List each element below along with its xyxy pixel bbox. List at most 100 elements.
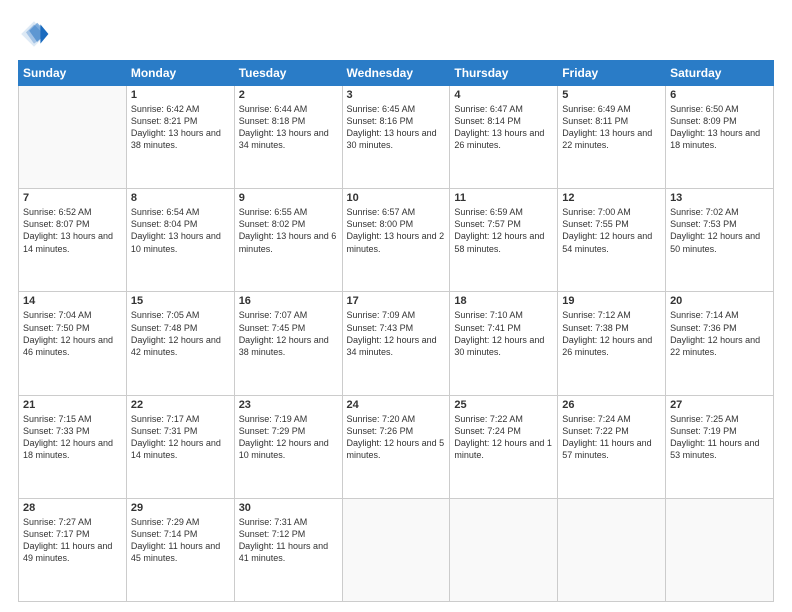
day-number: 23 [239, 399, 338, 411]
day-number: 30 [239, 502, 338, 514]
day-number: 13 [670, 192, 769, 204]
calendar-week-row: 28 Sunrise: 7:27 AM Sunset: 7:17 PM Dayli… [19, 498, 774, 601]
calendar-day-cell: 23 Sunrise: 7:19 AM Sunset: 7:29 PM Dayli… [234, 395, 342, 498]
day-number: 2 [239, 89, 338, 101]
calendar-day-cell: 6 Sunrise: 6:50 AM Sunset: 8:09 PM Daylig… [666, 86, 774, 189]
calendar-day-cell: 10Sunrise: 6:57 AM Sunset: 8:00 PM Dayli… [342, 189, 450, 292]
day-number: 25 [454, 399, 553, 411]
day-info: Sunrise: 6:45 AM Sunset: 8:16 PM Dayligh… [347, 103, 446, 152]
day-info: Sunrise: 6:49 AM Sunset: 8:11 PM Dayligh… [562, 103, 661, 152]
calendar-day-cell: 2 Sunrise: 6:44 AM Sunset: 8:18 PM Daylig… [234, 86, 342, 189]
day-number: 24 [347, 399, 446, 411]
calendar-day-cell: 26 Sunrise: 7:24 AM Sunset: 7:22 PM Dayli… [558, 395, 666, 498]
calendar-day-cell: 28 Sunrise: 7:27 AM Sunset: 7:17 PM Dayli… [19, 498, 127, 601]
day-number: 18 [454, 295, 553, 307]
weekday-header-row: SundayMondayTuesdayWednesdayThursdayFrid… [19, 61, 774, 86]
calendar-day-cell: 21Sunrise: 7:15 AM Sunset: 7:33 PM Dayli… [19, 395, 127, 498]
day-info: Sunrise: 7:09 AM Sunset: 7:43 PM Dayligh… [347, 309, 446, 358]
calendar-day-cell: 8 Sunrise: 6:54 AM Sunset: 8:04 PM Daylig… [126, 189, 234, 292]
calendar-week-row: 14 Sunrise: 7:04 AM Sunset: 7:50 PM Dayli… [19, 292, 774, 395]
day-number: 9 [239, 192, 338, 204]
calendar-day-cell: 27 Sunrise: 7:25 AM Sunset: 7:19 PM Dayli… [666, 395, 774, 498]
calendar-day-cell: 29 Sunrise: 7:29 AM Sunset: 7:14 PM Dayli… [126, 498, 234, 601]
day-info: Sunrise: 7:24 AM Sunset: 7:22 PM Dayligh… [562, 413, 661, 462]
calendar-day-cell: 12 Sunrise: 7:00 AM Sunset: 7:55 PM Dayli… [558, 189, 666, 292]
day-number: 1 [131, 89, 230, 101]
day-info: Sunrise: 7:02 AM Sunset: 7:53 PM Dayligh… [670, 206, 769, 255]
day-info: Sunrise: 6:54 AM Sunset: 8:04 PM Dayligh… [131, 206, 230, 255]
day-info: Sunrise: 6:59 AM Sunset: 7:57 PM Dayligh… [454, 206, 553, 255]
day-info: Sunrise: 7:27 AM Sunset: 7:17 PM Dayligh… [23, 516, 122, 565]
day-info: Sunrise: 6:47 AM Sunset: 8:14 PM Dayligh… [454, 103, 553, 152]
header [18, 18, 774, 50]
weekday-header-cell: Friday [558, 61, 666, 86]
day-number: 15 [131, 295, 230, 307]
calendar-day-cell: 24 Sunrise: 7:20 AM Sunset: 7:26 PM Dayli… [342, 395, 450, 498]
weekday-header-cell: Wednesday [342, 61, 450, 86]
calendar-day-cell [342, 498, 450, 601]
day-info: Sunrise: 6:57 AM Sunset: 8:00 PM Dayligh… [347, 206, 446, 255]
calendar-day-cell: 5 Sunrise: 6:49 AM Sunset: 8:11 PM Daylig… [558, 86, 666, 189]
day-info: Sunrise: 6:42 AM Sunset: 8:21 PM Dayligh… [131, 103, 230, 152]
day-number: 29 [131, 502, 230, 514]
calendar-day-cell: 11 Sunrise: 6:59 AM Sunset: 7:57 PM Dayli… [450, 189, 558, 292]
day-number: 26 [562, 399, 661, 411]
weekday-header-cell: Monday [126, 61, 234, 86]
calendar-day-cell: 14 Sunrise: 7:04 AM Sunset: 7:50 PM Dayli… [19, 292, 127, 395]
weekday-header-cell: Thursday [450, 61, 558, 86]
calendar-day-cell [666, 498, 774, 601]
calendar-day-cell: 4 Sunrise: 6:47 AM Sunset: 8:14 PM Daylig… [450, 86, 558, 189]
day-info: Sunrise: 7:22 AM Sunset: 7:24 PM Dayligh… [454, 413, 553, 462]
calendar-day-cell: 20 Sunrise: 7:14 AM Sunset: 7:36 PM Dayli… [666, 292, 774, 395]
day-info: Sunrise: 7:14 AM Sunset: 7:36 PM Dayligh… [670, 309, 769, 358]
day-info: Sunrise: 7:07 AM Sunset: 7:45 PM Dayligh… [239, 309, 338, 358]
day-info: Sunrise: 7:20 AM Sunset: 7:26 PM Dayligh… [347, 413, 446, 462]
day-info: Sunrise: 6:44 AM Sunset: 8:18 PM Dayligh… [239, 103, 338, 152]
calendar-body: 1 Sunrise: 6:42 AM Sunset: 8:21 PM Daylig… [19, 86, 774, 602]
day-number: 5 [562, 89, 661, 101]
day-number: 8 [131, 192, 230, 204]
calendar-day-cell: 7 Sunrise: 6:52 AM Sunset: 8:07 PM Daylig… [19, 189, 127, 292]
day-info: Sunrise: 7:25 AM Sunset: 7:19 PM Dayligh… [670, 413, 769, 462]
day-info: Sunrise: 7:04 AM Sunset: 7:50 PM Dayligh… [23, 309, 122, 358]
day-number: 11 [454, 192, 553, 204]
calendar-day-cell: 25 Sunrise: 7:22 AM Sunset: 7:24 PM Dayli… [450, 395, 558, 498]
day-info: Sunrise: 6:55 AM Sunset: 8:02 PM Dayligh… [239, 206, 338, 255]
day-number: 6 [670, 89, 769, 101]
day-number: 16 [239, 295, 338, 307]
calendar-day-cell: 3 Sunrise: 6:45 AM Sunset: 8:16 PM Daylig… [342, 86, 450, 189]
day-number: 3 [347, 89, 446, 101]
weekday-header-cell: Sunday [19, 61, 127, 86]
calendar-day-cell: 18 Sunrise: 7:10 AM Sunset: 7:41 PM Dayli… [450, 292, 558, 395]
weekday-header-cell: Tuesday [234, 61, 342, 86]
day-number: 20 [670, 295, 769, 307]
day-number: 28 [23, 502, 122, 514]
day-info: Sunrise: 7:12 AM Sunset: 7:38 PM Dayligh… [562, 309, 661, 358]
day-number: 4 [454, 89, 553, 101]
day-number: 27 [670, 399, 769, 411]
calendar-table: SundayMondayTuesdayWednesdayThursdayFrid… [18, 60, 774, 602]
calendar-day-cell: 9 Sunrise: 6:55 AM Sunset: 8:02 PM Daylig… [234, 189, 342, 292]
day-info: Sunrise: 7:29 AM Sunset: 7:14 PM Dayligh… [131, 516, 230, 565]
calendar-day-cell: 30Sunrise: 7:31 AM Sunset: 7:12 PM Dayli… [234, 498, 342, 601]
calendar-day-cell: 13 Sunrise: 7:02 AM Sunset: 7:53 PM Dayli… [666, 189, 774, 292]
calendar-day-cell: 17Sunrise: 7:09 AM Sunset: 7:43 PM Dayli… [342, 292, 450, 395]
day-info: Sunrise: 6:52 AM Sunset: 8:07 PM Dayligh… [23, 206, 122, 255]
calendar-day-cell: 19Sunrise: 7:12 AM Sunset: 7:38 PM Dayli… [558, 292, 666, 395]
day-info: Sunrise: 7:10 AM Sunset: 7:41 PM Dayligh… [454, 309, 553, 358]
day-number: 12 [562, 192, 661, 204]
day-number: 14 [23, 295, 122, 307]
calendar-week-row: 1 Sunrise: 6:42 AM Sunset: 8:21 PM Daylig… [19, 86, 774, 189]
weekday-header-cell: Saturday [666, 61, 774, 86]
day-number: 22 [131, 399, 230, 411]
day-info: Sunrise: 7:00 AM Sunset: 7:55 PM Dayligh… [562, 206, 661, 255]
day-info: Sunrise: 7:17 AM Sunset: 7:31 PM Dayligh… [131, 413, 230, 462]
day-info: Sunrise: 6:50 AM Sunset: 8:09 PM Dayligh… [670, 103, 769, 152]
calendar-day-cell: 1 Sunrise: 6:42 AM Sunset: 8:21 PM Daylig… [126, 86, 234, 189]
logo [18, 18, 56, 50]
calendar-day-cell [558, 498, 666, 601]
calendar-week-row: 7 Sunrise: 6:52 AM Sunset: 8:07 PM Daylig… [19, 189, 774, 292]
day-info: Sunrise: 7:19 AM Sunset: 7:29 PM Dayligh… [239, 413, 338, 462]
calendar-day-cell: 15Sunrise: 7:05 AM Sunset: 7:48 PM Dayli… [126, 292, 234, 395]
day-number: 7 [23, 192, 122, 204]
